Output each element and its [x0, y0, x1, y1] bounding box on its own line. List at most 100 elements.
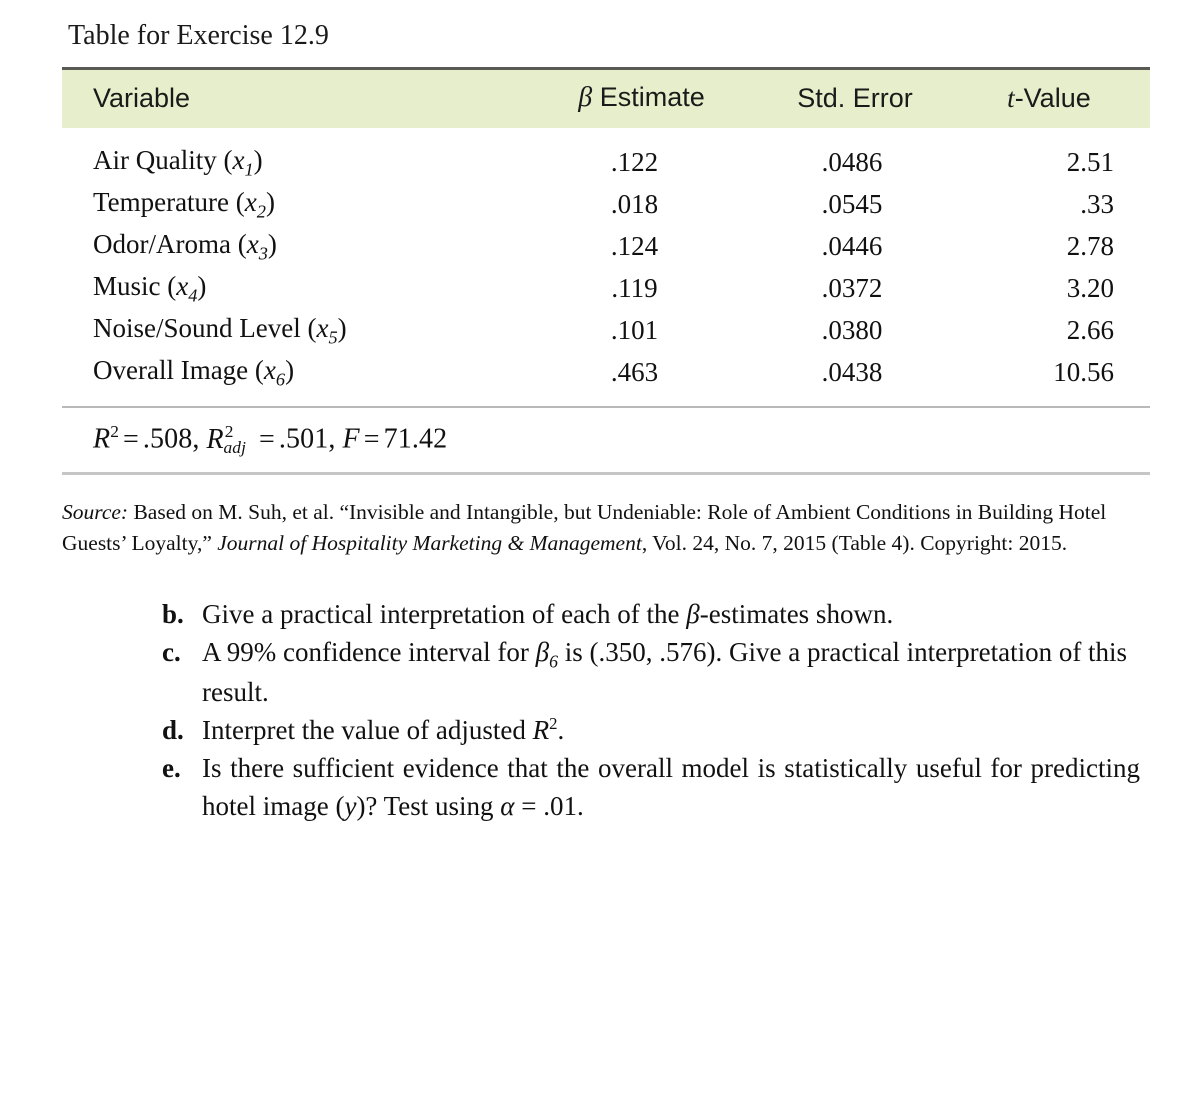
row-variable-name: Music (x4)	[93, 271, 207, 306]
exercise-item-d: d. Interpret the value of adjusted R2.	[162, 712, 1140, 749]
x-subscript: x2	[244, 187, 266, 222]
exercise-b-post: -estimates shown.	[699, 598, 894, 629]
column-header-variable: Variable	[93, 82, 191, 113]
row-std-error: .0380	[821, 315, 883, 346]
f-statistic-symbol: F	[342, 423, 360, 455]
r-squared-value: .508	[142, 423, 193, 455]
variable-label: Air Quality	[93, 145, 217, 175]
exercise-item-e: e. Is there sufficient evidence that the…	[162, 750, 1140, 825]
exercise-c-pre: A 99% confidence interval for	[202, 636, 536, 667]
table-row: Overall Image (x6) .463 .0438 10.56	[62, 351, 1150, 406]
beta-estimate-label: Estimate	[592, 82, 705, 112]
x-subscript: x5	[316, 313, 338, 348]
comma-2: ,	[328, 423, 336, 455]
table-bottom-rule	[62, 471, 1150, 475]
row-variable-name: Temperature (x2)	[93, 187, 275, 222]
row-t-value: 10.56	[1053, 357, 1114, 388]
x-subscript: x1	[232, 145, 254, 180]
beta-subscript: 6	[549, 651, 558, 672]
r-squared-adjusted-value: .501	[278, 423, 329, 455]
table-header: Variable β Estimate Std. Error t-Value	[62, 70, 1150, 128]
exercise-text-b: Give a practical interpretation of each …	[202, 596, 1140, 633]
t-symbol: t	[1007, 82, 1015, 113]
table-row: Noise/Sound Level (x5) .101 .0380 2.66	[62, 309, 1150, 351]
row-beta-estimate: .463	[610, 357, 659, 388]
model-fit-statistics: R2 = .508, R2adj = .501, F = 71.42	[62, 408, 1150, 471]
statistics-table-block: Variable β Estimate Std. Error t-Value A…	[62, 67, 1150, 475]
regression-results-table: Variable β Estimate Std. Error t-Value A…	[62, 70, 1150, 406]
exercise-b-pre: Give a practical interpretation of each …	[202, 598, 687, 629]
variable-label: Odor/Aroma	[93, 229, 231, 260]
exercise-e-pre: Is there sufficient evidence that the ov…	[202, 753, 1140, 821]
beta-symbol: β	[578, 82, 593, 113]
row-variable-name: Air Quality (x1)	[93, 145, 263, 180]
row-beta-estimate: .018	[610, 188, 659, 219]
r-adj-subscript: adj	[223, 438, 247, 457]
beta-symbol: β	[686, 598, 700, 629]
exercise-marker-d: d.	[162, 715, 184, 746]
exercise-e-post: = .01.	[514, 790, 584, 821]
document-page: Table for Exercise 12.9 Variable β Estim…	[0, 0, 1200, 825]
exercise-item-c: c. A 99% confidence interval for β6 is (…	[162, 634, 1140, 711]
row-variable-name: Noise/Sound Level (x5)	[93, 313, 347, 348]
row-std-error: .0545	[821, 188, 883, 219]
table-header-row: Variable β Estimate Std. Error t-Value	[62, 70, 1150, 128]
row-t-value: 2.51	[1066, 146, 1114, 177]
comma-1: ,	[192, 423, 200, 455]
f-statistic-value: 71.42	[383, 423, 448, 455]
row-std-error: .0438	[821, 357, 883, 388]
row-beta-estimate: .119	[611, 273, 658, 304]
row-beta-estimate: .124	[610, 231, 659, 262]
r-adj-letter: R	[206, 423, 224, 455]
column-header-t-value: t-Value	[964, 70, 1150, 128]
exercise-list: b. Give a practical interpretation of ea…	[162, 596, 1140, 825]
row-std-error: .0446	[821, 231, 883, 262]
equals-sign: =	[123, 423, 139, 455]
exercise-text-e: Is there sufficient evidence that the ov…	[202, 750, 1140, 825]
row-std-error: .0486	[821, 146, 883, 177]
beta-symbol: β	[535, 636, 550, 667]
y-symbol: y	[344, 790, 357, 821]
r-squared-exponent: 2	[110, 422, 119, 442]
table-body: Air Quality (x1) .122 .0486 2.51 Tempera…	[62, 128, 1150, 406]
variable-label: Overall Image	[93, 355, 249, 386]
table-row: Music (x4) .119 .0372 3.20	[62, 267, 1150, 309]
source-label: Source:	[62, 499, 129, 524]
r-symbol: R	[532, 715, 550, 746]
row-t-value: 2.66	[1066, 315, 1114, 346]
r-squared-adjusted-symbol: R2adj	[206, 422, 255, 457]
equals-sign-3: =	[363, 423, 380, 455]
exercise-text-c: A 99% confidence interval for β6 is (.35…	[202, 634, 1140, 711]
page-title: Table for Exercise 12.9	[68, 20, 329, 51]
exercise-item-b: b. Give a practical interpretation of ea…	[162, 596, 1140, 633]
exercise-text-d: Interpret the value of adjusted R2.	[202, 712, 1140, 749]
source-note: Source: Based on M. Suh, et al. “Invisib…	[62, 497, 1150, 560]
r-squared-symbol: R	[93, 423, 111, 455]
source-journal-title: Journal of Hospitality Marketing & Manag…	[217, 531, 642, 556]
exercise-marker-e: e.	[162, 753, 181, 784]
t-value-label: -Value	[1014, 82, 1091, 113]
row-std-error: .0372	[821, 273, 883, 304]
exercise-marker-c: c.	[162, 636, 181, 667]
row-variable-name: Odor/Aroma (x3)	[93, 229, 277, 264]
row-t-value: 3.20	[1066, 273, 1114, 304]
variable-label: Noise/Sound Level	[93, 313, 301, 344]
r-exponent: 2	[549, 714, 558, 734]
row-beta-estimate: .101	[610, 315, 659, 346]
table-row: Temperature (x2) .018 .0545 .33	[62, 183, 1150, 225]
row-t-value: .33	[1080, 188, 1114, 219]
exercise-e-mid: )? Test using	[356, 790, 501, 821]
x-subscript: x6	[263, 355, 286, 390]
x-subscript: x4	[176, 271, 198, 306]
column-header-beta-estimate: β Estimate	[543, 70, 756, 128]
variable-label: Temperature	[93, 187, 230, 218]
variable-label: Music	[93, 271, 161, 302]
source-text-part2: , Vol. 24, No. 7, 2015 (Table 4). Copyri…	[641, 531, 1068, 556]
table-row: Odor/Aroma (x3) .124 .0446 2.78	[62, 225, 1150, 267]
alpha-symbol: α	[500, 790, 515, 821]
exercise-d-post: .	[557, 715, 565, 746]
row-beta-estimate: .122	[610, 146, 659, 177]
x-subscript: x3	[246, 229, 268, 264]
exercise-d-pre: Interpret the value of adjusted	[202, 715, 533, 746]
equals-sign-2: =	[259, 423, 275, 455]
